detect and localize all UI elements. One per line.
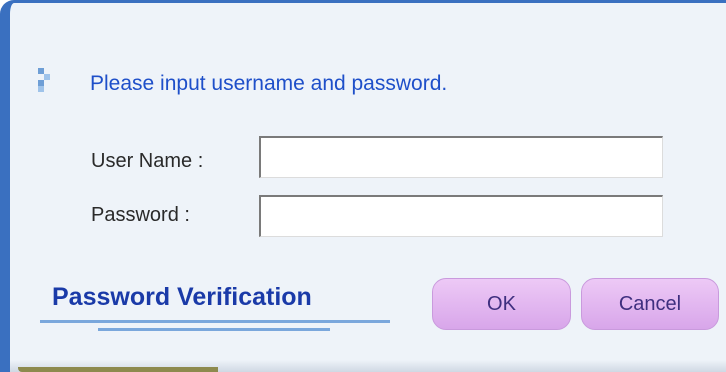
bullet-squares-icon: [38, 68, 52, 92]
username-label: User Name :: [91, 150, 204, 172]
password-input[interactable]: [259, 195, 663, 237]
prompt-text: Please input username and password.: [90, 72, 448, 95]
ok-button[interactable]: OK: [432, 278, 571, 330]
cancel-button[interactable]: Cancel: [581, 278, 719, 330]
brand-underline-short: [98, 328, 330, 331]
brand-title: Password Verification: [52, 283, 312, 311]
username-input[interactable]: [259, 136, 663, 178]
brand-underline-long: [40, 320, 390, 323]
prompt-row: [38, 68, 90, 92]
password-label: Password :: [91, 204, 190, 226]
dialog-bottom-shadow: [18, 367, 218, 372]
